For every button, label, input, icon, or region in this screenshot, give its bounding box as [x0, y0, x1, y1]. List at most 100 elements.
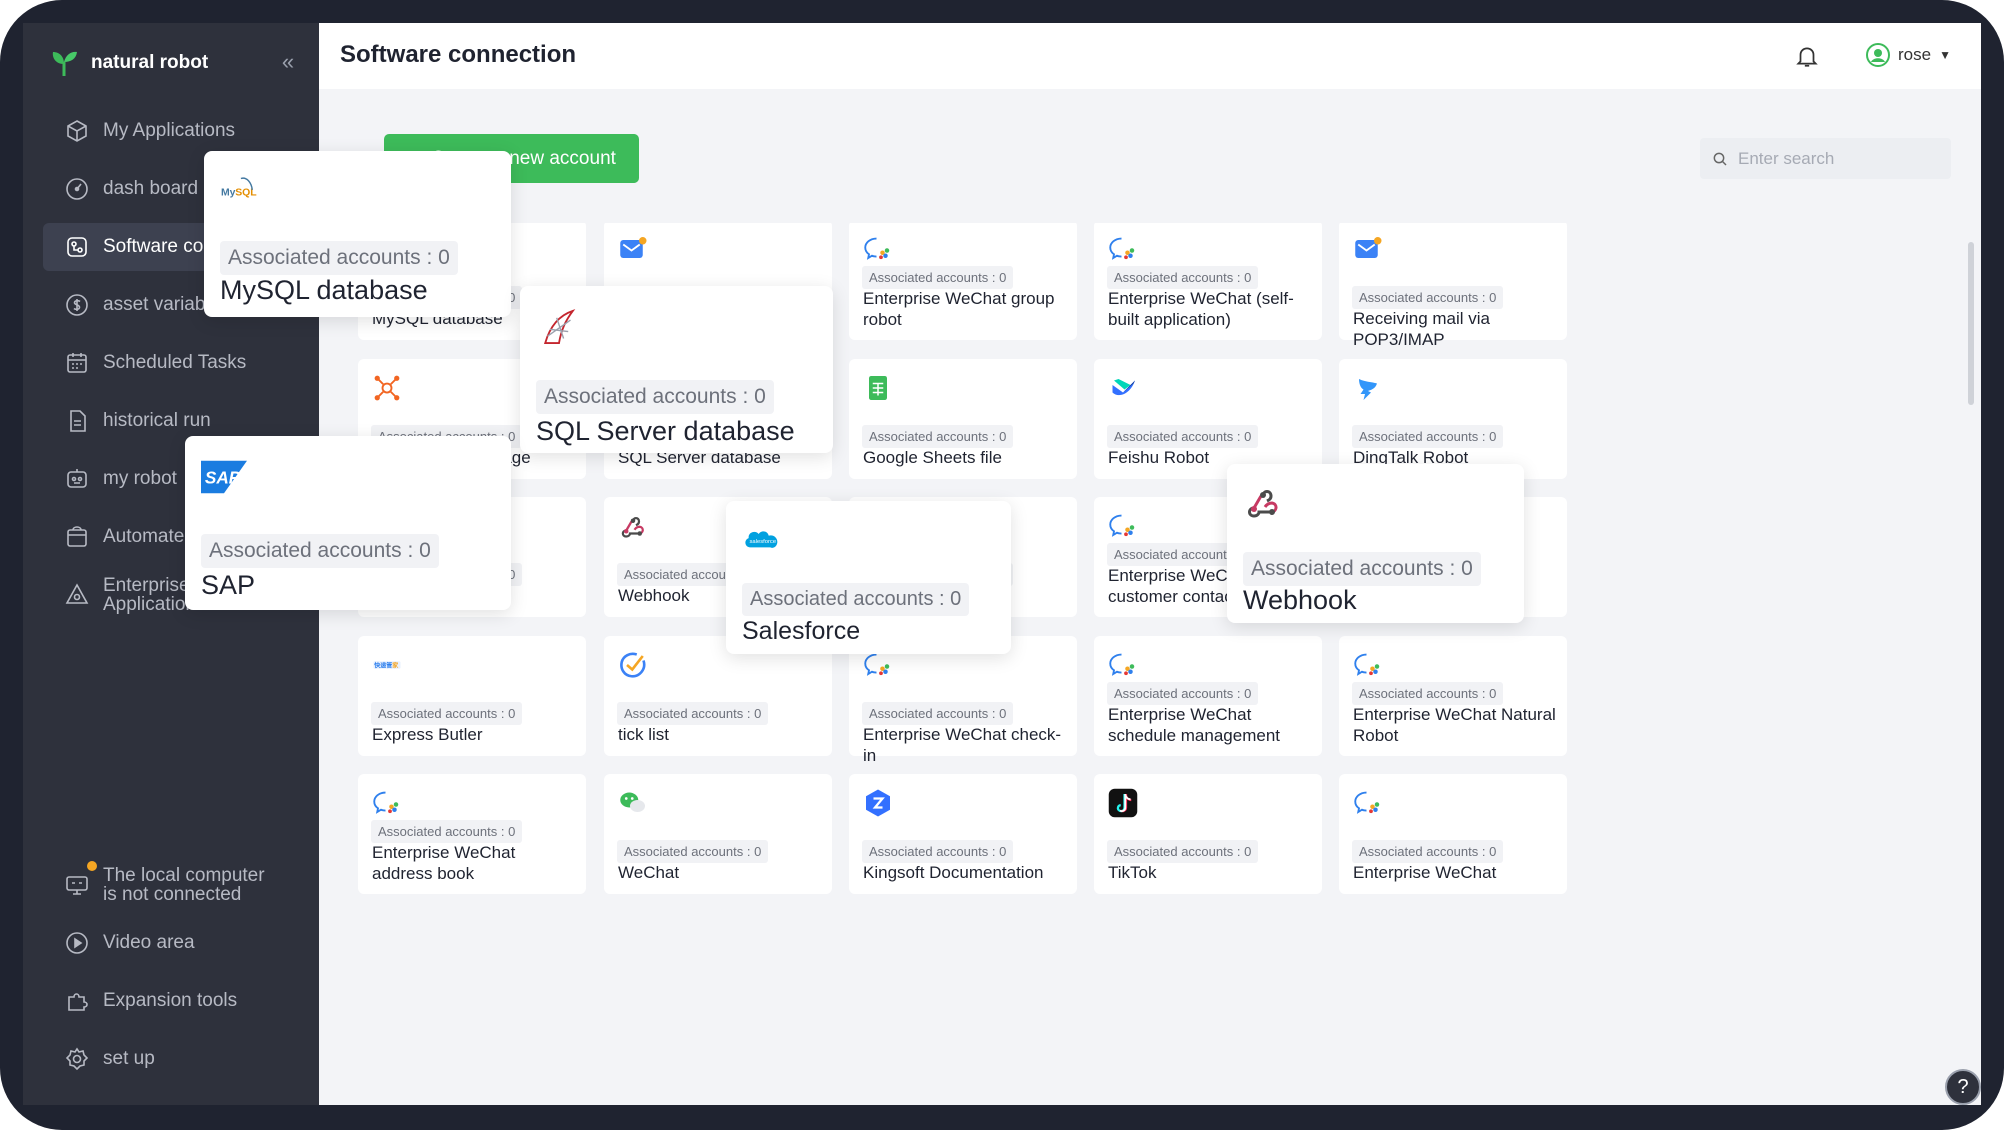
wecom-icon [1353, 788, 1387, 822]
associated-accounts-badge: Associated accounts : 0 [1107, 266, 1259, 289]
connector-card-zoomed[interactable]: Associated accounts : 0 Webhook [1227, 464, 1524, 623]
sidebar-item-label: my robot [103, 468, 177, 489]
connector-card-zoomed[interactable]: SAP Associated accounts : 0 SAP [185, 436, 511, 610]
sidebar-item-label: asset variable [103, 294, 221, 315]
wecom-icon [863, 234, 897, 268]
sidebar-item-label: Scheduled Tasks [103, 352, 247, 373]
sheet-icon [863, 373, 897, 407]
sidebar-item-expansion-tools[interactable]: Expansion tools [43, 977, 307, 1025]
connector-card[interactable]: Associated accounts : 0 tick list [604, 636, 832, 756]
connection-icon [67, 237, 87, 257]
computer-icon [66, 876, 88, 895]
svg-text:SQL: SQL [235, 188, 257, 199]
sidebar-item-set-up[interactable]: set up [43, 1035, 307, 1083]
app-name: natural robot [91, 52, 209, 73]
connector-name: tick list [618, 725, 669, 744]
dollar-icon [66, 294, 88, 316]
search-icon [1713, 152, 1727, 166]
connector-card[interactable]: Associated accounts : 0 DingTalk Robot [1339, 359, 1567, 479]
associated-accounts-badge: Associated accounts : 0 [862, 266, 1014, 289]
connector-card[interactable]: Associated accounts : 0 Enterprise WeChat… [358, 774, 586, 894]
sidebar-item-video-area[interactable]: Video area [43, 919, 307, 967]
connector-name: Enterprise WeChat Natural Robot [1353, 705, 1556, 745]
connector-name: Enterprise WeChat address book [372, 843, 516, 883]
wecom-icon [1108, 234, 1142, 268]
document-icon [70, 410, 86, 432]
chevron-down-icon: ▼ [1939, 48, 1951, 62]
connector-card[interactable]: Associated accounts : 0 Enterprise WeChat… [1339, 636, 1567, 756]
store-icon [67, 526, 87, 547]
associated-accounts-badge: Associated accounts : 0 [617, 840, 769, 863]
app-window: natural robot « My Applications dash boa… [23, 23, 1981, 1105]
sidebar-item-my-applications[interactable]: My Applications [43, 107, 307, 155]
svg-text:salesforce: salesforce [750, 539, 777, 545]
express-icon: 快递管家 [372, 650, 406, 684]
brand: natural robot [49, 45, 208, 81]
associated-accounts-badge: Associated accounts : 0 [1107, 682, 1259, 705]
associated-accounts-badge: Associated accounts : 0 [371, 702, 523, 725]
connector-card[interactable]: Associated accounts : 0 Google Sheets fil… [849, 359, 1077, 479]
connector-name: Enterprise WeChat [1353, 863, 1497, 882]
associated-accounts-badge: Associated accounts : 0 [862, 840, 1014, 863]
wecom-icon [1353, 650, 1387, 684]
cube-icon [67, 120, 87, 142]
sidebar-item-label: dash board [103, 178, 199, 199]
enterprise-icon [65, 583, 89, 604]
gear-icon [65, 1047, 89, 1071]
connector-card[interactable]: Associated accounts : 0 Receiving mail vi… [1339, 223, 1567, 349]
connector-card[interactable]: 快递管家 Associated accounts : 0 Express Butle… [358, 636, 586, 756]
username: rose [1898, 45, 1932, 64]
connector-name: Enterprise WeChat (self-built applicatio… [1108, 289, 1294, 329]
connector-card[interactable]: Associated accounts : 0 Enterprise WeChat [1339, 774, 1567, 894]
svg-text:SAP: SAP [205, 468, 241, 488]
tiktok-icon [1108, 788, 1142, 822]
mail-icon [1353, 234, 1387, 268]
search-input[interactable] [1738, 148, 1928, 169]
connector-name: Receiving mail via POP3/IMAP [1353, 309, 1490, 349]
user-menu[interactable]: rose ▼ [1866, 43, 1951, 67]
sidebar-item-label: Expansion tools [103, 990, 238, 1011]
sidebar-item-label: historical run [103, 410, 211, 431]
sidebar-item-label: Video area [103, 932, 195, 953]
feishu-icon [1108, 373, 1142, 407]
search-box[interactable] [1700, 138, 1951, 179]
associated-accounts-badge: Associated accounts : 0 [1352, 425, 1504, 448]
main-content: Software connection rose ▼ + Create a ne… [319, 23, 1981, 1105]
wecom-icon [372, 788, 406, 822]
connector-card[interactable]: Associated accounts : 0 Feishu Robot [1094, 359, 1322, 479]
connector-card[interactable]: Associated accounts : 0 Enterprise WeChat… [849, 636, 1077, 765]
connector-name: SQL Server database [536, 416, 795, 446]
help-button[interactable]: ? [1945, 1069, 1981, 1105]
wecom-icon [1108, 650, 1142, 684]
connector-name: Express Butler [372, 725, 483, 744]
connector-card-zoomed[interactable]: Associated accounts : 0 SQL Server databa… [520, 286, 833, 453]
connector-card[interactable]: Associated accounts : 0 Kingsoft Document… [849, 774, 1077, 894]
mysql-icon: MySQL [220, 169, 258, 212]
connector-name: Salesforce [742, 617, 861, 645]
bell-icon[interactable] [1794, 43, 1820, 69]
local-computer-status[interactable]: The local computer is not connected [43, 861, 307, 909]
connector-card-zoomed[interactable]: My SQL Associated accounts : 0 MySQL databa… [204, 151, 511, 317]
connector-name: Webhook [1243, 585, 1357, 615]
webhook-icon [618, 511, 652, 545]
connector-card[interactable]: Associated accounts : 0 Enterprise WeChat… [1094, 636, 1322, 756]
connector-name: TikTok [1108, 863, 1157, 882]
dashboard-icon [66, 178, 88, 200]
connector-card[interactable]: Associated accounts : 0 TikTok [1094, 774, 1322, 894]
sidebar-item-label: The local computer is not connected [103, 865, 265, 905]
connector-card[interactable]: Associated accounts : 0 Enterprise WeChat… [849, 223, 1077, 340]
connector-card-zoomed[interactable]: salesforce Associated accounts : 0 Salesfo… [726, 501, 1011, 654]
sidebar-item-scheduled-tasks[interactable]: Scheduled Tasks [43, 339, 307, 387]
associated-accounts-badge: Associated accounts : 0 [371, 820, 523, 843]
connector-name: Google Sheets file [863, 448, 1002, 467]
associated-accounts-badge: Associated accounts : 0 [742, 583, 970, 616]
associated-accounts-badge: Associated accounts : 0 [862, 425, 1014, 448]
scrollbar[interactable] [1968, 242, 1974, 405]
warning-status-dot [87, 861, 97, 871]
collapse-sidebar-icon[interactable]: « [273, 47, 303, 77]
sidebar-item-label: My Applications [103, 120, 236, 141]
associated-accounts-badge: Associated accounts : 0 [1243, 552, 1481, 586]
associated-accounts-badge: Associated accounts : 0 [536, 380, 774, 414]
connector-card[interactable]: Associated accounts : 0 Enterprise WeChat… [1094, 223, 1322, 340]
connector-card[interactable]: Associated accounts : 0 WeChat [604, 774, 832, 894]
